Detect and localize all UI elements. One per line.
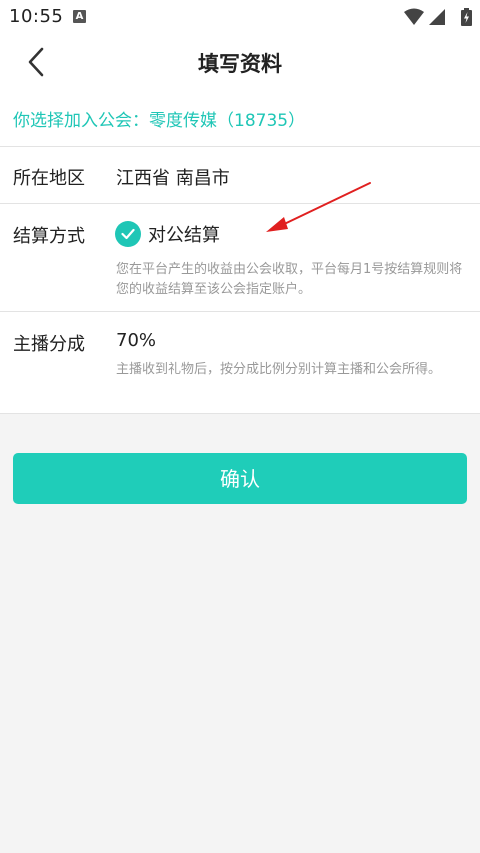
status-bar: 10:55 A: [0, 0, 480, 34]
wifi-icon: [404, 8, 424, 25]
settlement-checkbox[interactable]: [115, 221, 141, 247]
app-bar: 填写资料: [0, 34, 480, 90]
settlement-label: 结算方式: [13, 226, 85, 247]
status-time: 10:55: [9, 6, 64, 27]
region-row: 所在地区 江西省 南昌市: [0, 147, 480, 204]
cellular-signal-icon: [429, 9, 445, 25]
settlement-description: 您在平台产生的收益由公会收取，平台每月1号按结算规则将您的收益结算至该公会指定账…: [116, 262, 463, 297]
revenue-share-description: 主播收到礼物后，按分成比例分别计算主播和公会所得。: [116, 362, 442, 377]
settlement-value[interactable]: 对公结算: [148, 221, 220, 247]
revenue-share-value: 70%: [116, 330, 157, 351]
confirm-button[interactable]: 确认: [13, 453, 467, 504]
battery-charging-icon: [461, 8, 472, 26]
notification-app-icon: A: [73, 10, 86, 23]
annotation-arrow-icon: [266, 182, 371, 232]
guild-tip-text: 你选择加入公会：零度传媒（18735）: [13, 111, 306, 131]
settlement-row: 结算方式 对公结算 您在平台产生的收益由公会收取，平台每月1号按结算规则将您的收…: [0, 204, 480, 312]
guild-tip-banner: 你选择加入公会：零度传媒（18735）: [0, 90, 480, 147]
revenue-share-label: 主播分成: [13, 334, 85, 355]
revenue-share-row: 主播分成 70% 主播收到礼物后，按分成比例分别计算主播和公会所得。: [0, 312, 480, 414]
checkmark-icon: [121, 228, 135, 240]
region-value: 江西省 南昌市: [116, 168, 230, 189]
page-title: 填写资料: [198, 52, 282, 76]
region-label: 所在地区: [13, 168, 85, 189]
